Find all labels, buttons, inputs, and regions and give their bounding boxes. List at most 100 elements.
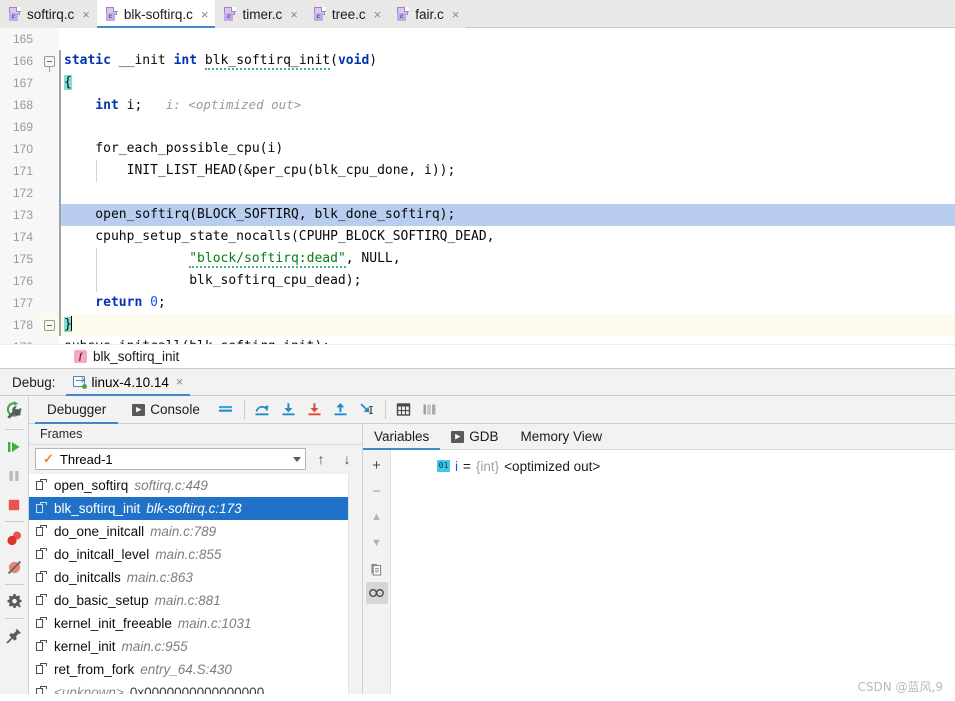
fold-column[interactable] bbox=[40, 160, 59, 182]
pause-program-icon[interactable] bbox=[0, 461, 29, 490]
code-line[interactable]: 172 bbox=[0, 182, 955, 204]
debug-settings-gear-icon[interactable] bbox=[0, 587, 29, 616]
remove-watch-button[interactable]: − bbox=[364, 478, 390, 504]
frame-list-item[interactable]: do_one_initcall main.c:789 bbox=[29, 520, 348, 543]
tab-variables[interactable]: Variables bbox=[363, 424, 441, 450]
frame-list-item[interactable]: do_initcalls main.c:863 bbox=[29, 566, 348, 589]
fold-column[interactable] bbox=[40, 226, 59, 248]
fold-column[interactable] bbox=[40, 182, 59, 204]
step-over-icon[interactable] bbox=[251, 398, 275, 422]
fold-column[interactable] bbox=[40, 138, 59, 160]
editor-tab-tree-c[interactable]: c tree.c × bbox=[304, 0, 389, 28]
line-content[interactable]: { bbox=[59, 72, 955, 94]
frame-list-item[interactable]: open_softirq softirq.c:449 bbox=[29, 474, 348, 497]
debug-session-tab[interactable]: linux-4.10.14 × bbox=[65, 369, 191, 396]
line-content[interactable]: open_softirq(BLOCK_SOFTIRQ, blk_done_sof… bbox=[59, 204, 955, 226]
tab-console[interactable]: ▶ Console bbox=[120, 396, 212, 423]
code-line[interactable]: 167 { bbox=[0, 72, 955, 94]
line-content[interactable]: for_each_possible_cpu(i) bbox=[59, 138, 955, 160]
fold-marker-icon[interactable] bbox=[44, 320, 55, 331]
close-icon[interactable]: × bbox=[82, 8, 90, 21]
thread-selector[interactable]: ✓ Thread-1 bbox=[35, 448, 306, 471]
editor-tab-softirq-c[interactable]: c softirq.c × bbox=[0, 0, 97, 28]
code-line[interactable]: 165 bbox=[0, 28, 955, 50]
close-icon[interactable]: × bbox=[290, 8, 298, 21]
code-editor[interactable]: 165 166 static __init int blk_softirq_in… bbox=[0, 28, 955, 344]
fold-column[interactable] bbox=[40, 336, 59, 344]
fold-column[interactable] bbox=[40, 116, 59, 138]
breadcrumb[interactable]: f blk_softirq_init bbox=[0, 344, 955, 368]
fold-column[interactable] bbox=[40, 50, 59, 72]
pin-tab-icon[interactable] bbox=[0, 621, 29, 650]
frames-scrollbar[interactable] bbox=[348, 473, 362, 694]
frame-list-item[interactable]: ret_from_fork entry_64.S:430 bbox=[29, 658, 348, 681]
line-content[interactable]: int i; i: <optimized out> bbox=[59, 94, 955, 116]
mute-breakpoints-icon[interactable] bbox=[0, 553, 29, 582]
frame-up-button[interactable]: ↑ bbox=[310, 448, 332, 470]
show-execution-point-icon[interactable] bbox=[214, 398, 238, 422]
run-to-cursor-icon[interactable] bbox=[355, 398, 379, 422]
code-line[interactable]: 171 INIT_LIST_HEAD(&per_cpu(blk_cpu_done… bbox=[0, 160, 955, 182]
layout-settings-icon[interactable] bbox=[418, 398, 442, 422]
frame-list-item[interactable]: kernel_init_freeable main.c:1031 bbox=[29, 612, 348, 635]
add-watch-button[interactable]: + bbox=[364, 452, 390, 478]
close-icon[interactable]: × bbox=[176, 375, 183, 389]
line-content[interactable]: INIT_LIST_HEAD(&per_cpu(blk_cpu_done, i)… bbox=[59, 160, 955, 182]
editor-tab-blk-softirq-c[interactable]: c blk-softirq.c × bbox=[96, 0, 216, 28]
fold-column[interactable] bbox=[40, 204, 59, 226]
fold-column[interactable] bbox=[40, 28, 59, 50]
variable-row[interactable]: 01 i = {int} <optimized out> bbox=[391, 456, 955, 476]
watches-glasses-icon[interactable] bbox=[365, 582, 388, 604]
line-content[interactable]: "block/softirq:dead", NULL, bbox=[59, 248, 955, 270]
editor-tab-timer-c[interactable]: c timer.c × bbox=[215, 0, 305, 28]
line-content[interactable]: blk_softirq_cpu_dead); bbox=[59, 270, 955, 292]
frames-list[interactable]: open_softirq softirq.c:449 blk_softirq_i… bbox=[29, 473, 348, 694]
tab-gdb[interactable]: ▶ GDB bbox=[440, 424, 509, 449]
frame-list-item[interactable]: kernel_init main.c:955 bbox=[29, 635, 348, 658]
fold-column[interactable] bbox=[40, 292, 59, 314]
code-line[interactable]: 177 return 0; bbox=[0, 292, 955, 314]
fold-column[interactable] bbox=[40, 314, 59, 336]
code-line[interactable]: 168 int i; i: <optimized out> bbox=[0, 94, 955, 116]
step-out-icon[interactable] bbox=[329, 398, 353, 422]
evaluate-expression-icon[interactable] bbox=[392, 398, 416, 422]
frame-list-item[interactable]: do_basic_setup main.c:881 bbox=[29, 589, 348, 612]
line-content[interactable]: cpuhp_setup_state_nocalls(CPUHP_BLOCK_SO… bbox=[59, 226, 955, 248]
line-content[interactable]: } bbox=[59, 314, 955, 336]
code-line[interactable]: 176 blk_softirq_cpu_dead); bbox=[0, 270, 955, 292]
variables-content[interactable]: 01 i = {int} <optimized out> bbox=[391, 450, 955, 694]
code-line[interactable]: 169 bbox=[0, 116, 955, 138]
editor-tab-fair-c[interactable]: c fair.c × bbox=[388, 0, 467, 28]
fold-column[interactable] bbox=[40, 72, 59, 94]
frame-list-item[interactable]: <unknown> 0x0000000000000000 bbox=[29, 681, 348, 694]
code-line-caret[interactable]: 178 } bbox=[0, 314, 955, 336]
code-line[interactable]: 166 static __init int blk_softirq_init(v… bbox=[0, 50, 955, 72]
close-icon[interactable]: × bbox=[452, 8, 460, 21]
resume-program-icon[interactable] bbox=[0, 432, 29, 461]
code-line[interactable]: 175 "block/softirq:dead", NULL, bbox=[0, 248, 955, 270]
line-content[interactable]: return 0; bbox=[59, 292, 955, 314]
code-line[interactable]: 179 subsys_initcall(blk_softirq_init); bbox=[0, 336, 955, 344]
fold-column[interactable] bbox=[40, 248, 59, 270]
fold-column[interactable] bbox=[40, 270, 59, 292]
code-line[interactable]: 170 for_each_possible_cpu(i) bbox=[0, 138, 955, 160]
copy-icon[interactable] bbox=[364, 556, 390, 582]
frame-list-item-selected[interactable]: blk_softirq_init blk-softirq.c:173 bbox=[29, 496, 348, 520]
fold-marker-icon[interactable] bbox=[44, 56, 55, 72]
line-content[interactable] bbox=[59, 116, 955, 138]
frame-down-button[interactable]: ↓ bbox=[336, 448, 358, 470]
frame-list-item[interactable]: do_initcall_level main.c:855 bbox=[29, 543, 348, 566]
close-icon[interactable]: × bbox=[201, 8, 209, 21]
close-icon[interactable]: × bbox=[374, 8, 382, 21]
stop-program-icon[interactable] bbox=[0, 490, 29, 519]
line-content[interactable]: static __init int blk_softirq_init(void) bbox=[59, 50, 955, 72]
line-content[interactable]: subsys_initcall(blk_softirq_init); bbox=[59, 336, 955, 344]
move-up-button[interactable]: ▲ bbox=[364, 504, 390, 530]
force-step-into-icon[interactable] bbox=[303, 398, 327, 422]
step-into-icon[interactable] bbox=[277, 398, 301, 422]
line-content[interactable] bbox=[59, 182, 955, 204]
settings-wrench-icon[interactable] bbox=[0, 398, 29, 427]
tab-debugger[interactable]: Debugger bbox=[35, 396, 119, 424]
code-line-execution-point[interactable]: 173 open_softirq(BLOCK_SOFTIRQ, blk_done… bbox=[0, 204, 955, 226]
line-content[interactable] bbox=[59, 28, 955, 50]
